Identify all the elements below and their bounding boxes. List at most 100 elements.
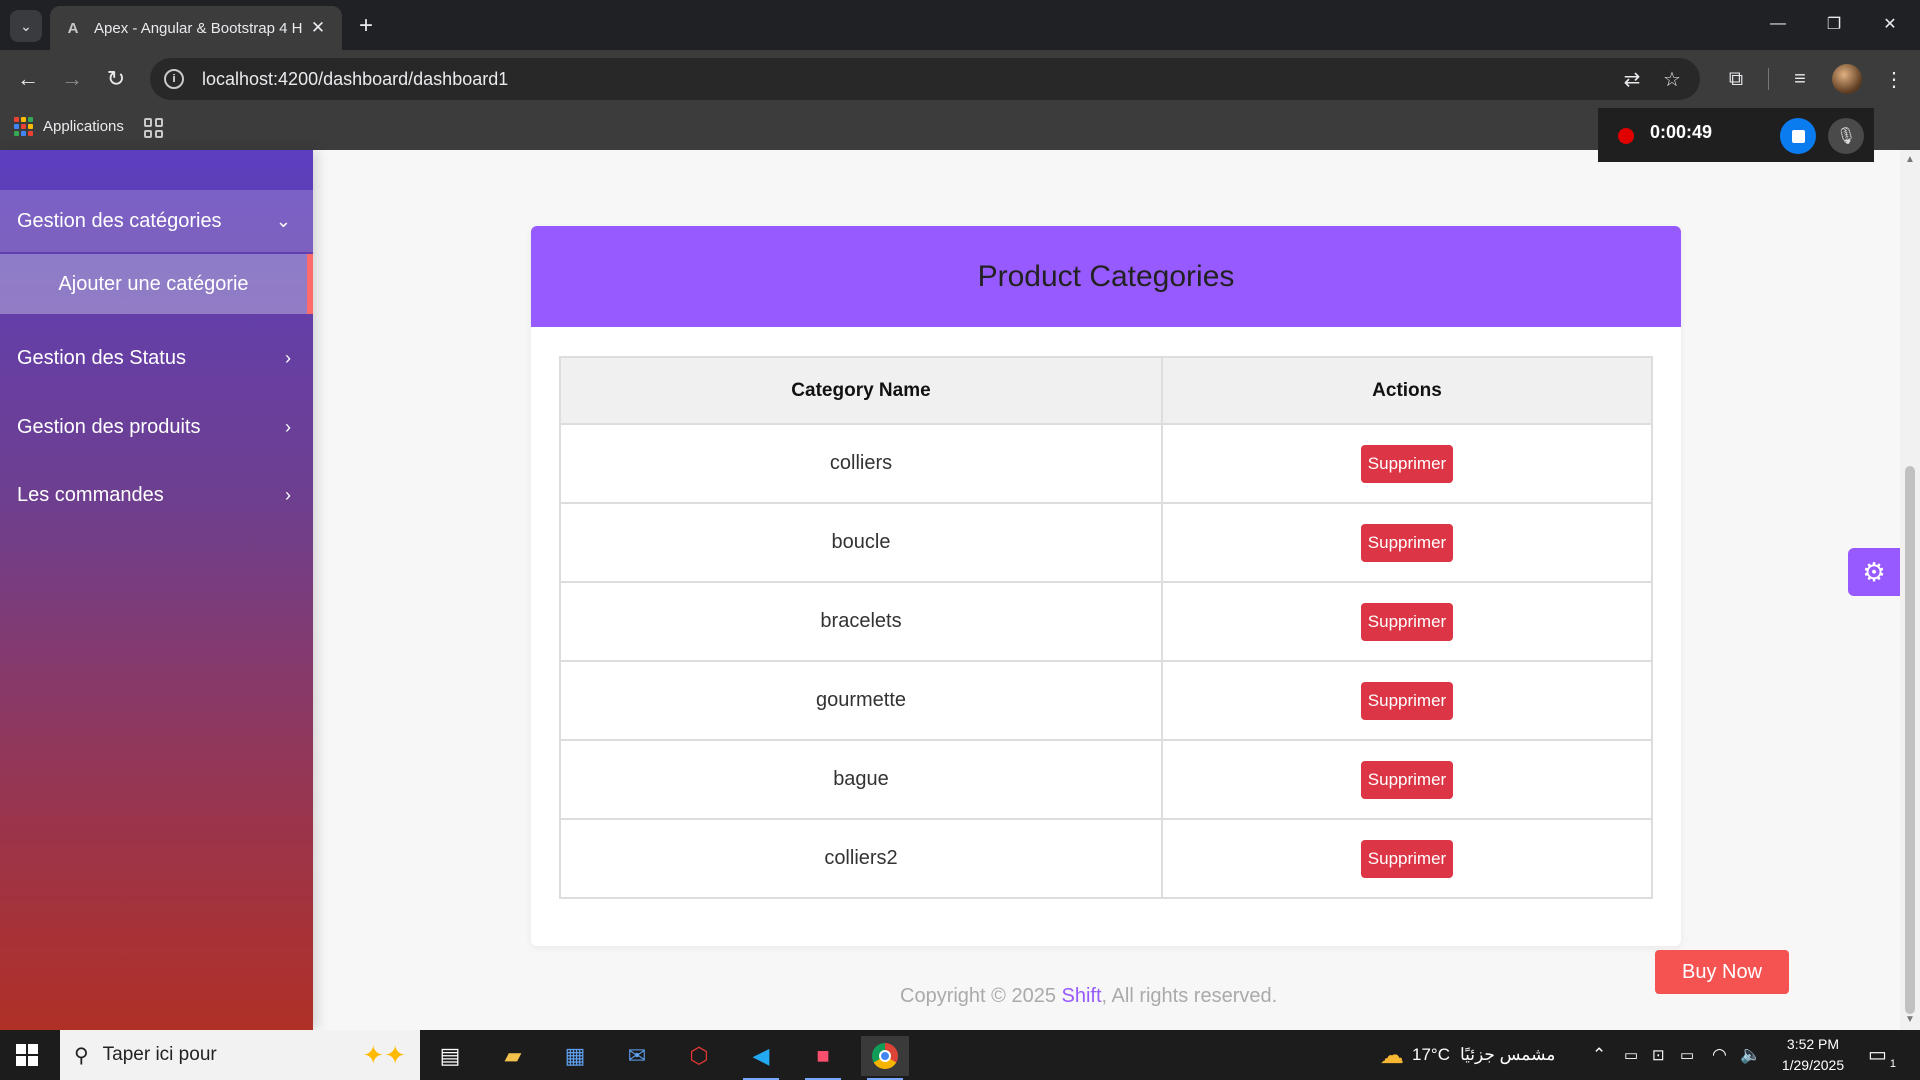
scroll-down-arrow-icon[interactable]: ▼ — [1904, 1014, 1916, 1025]
extensions-icon[interactable]: ⧉ — [1720, 63, 1752, 95]
chevron-right-icon: › — [285, 484, 291, 505]
wifi-icon[interactable]: ◠ — [1712, 1030, 1727, 1080]
file-explorer-icon[interactable]: ▰ — [489, 1036, 537, 1076]
battery-icon[interactable]: ▭ — [1680, 1030, 1694, 1080]
sidebar-item-status[interactable]: Gestion des Status › — [0, 327, 313, 389]
settings-gear-icon[interactable]: ⚙ — [1848, 548, 1900, 596]
mail-icon[interactable]: ✉ — [613, 1036, 661, 1076]
table-row: bracelets Supprimer — [559, 581, 1653, 662]
site-info-icon[interactable]: i — [164, 69, 184, 89]
actions-cell: Supprimer — [1161, 502, 1653, 583]
browser-toolbar: ← → ↻ i localhost:4200/dashboard/dashboa… — [0, 50, 1920, 108]
sidebar-subitem-label: Ajouter une catégorie — [58, 272, 249, 295]
weather-widget[interactable]: ☁ 17°C مشمس جزئيًا — [1380, 1030, 1555, 1080]
angular-app-icon[interactable]: ⬡ — [675, 1036, 723, 1076]
back-button[interactable]: ← — [12, 63, 44, 95]
mic-muted-button[interactable]: 🎙 — [1828, 118, 1864, 154]
microsoft-store-icon[interactable]: ▦ — [551, 1036, 599, 1076]
volume-icon[interactable]: 🔈 — [1740, 1030, 1761, 1080]
sidebar-item-label: Gestion des produits — [17, 415, 201, 438]
card-header: Product Categories — [531, 226, 1681, 327]
address-bar[interactable]: i localhost:4200/dashboard/dashboard1 — [150, 58, 1700, 100]
buy-now-button[interactable]: Buy Now — [1655, 950, 1789, 994]
intellij-icon[interactable]: ■ — [799, 1036, 847, 1080]
translate-icon[interactable]: ⇄ — [1616, 63, 1648, 95]
delete-button[interactable]: Supprimer — [1360, 681, 1454, 720]
actions-cell: Supprimer — [1161, 818, 1653, 899]
scroll-thumb[interactable] — [1905, 466, 1915, 1014]
apps-grid-icon — [14, 117, 33, 136]
sidebar-subitem-add-category[interactable]: Ajouter une catégorie — [0, 254, 313, 314]
delete-button[interactable]: Supprimer — [1360, 760, 1454, 799]
sidebar-item-products[interactable]: Gestion des produits › — [0, 396, 313, 458]
sidebar-item-label: Les commandes — [17, 483, 164, 506]
scroll-up-arrow-icon[interactable]: ▲ — [1904, 154, 1916, 165]
vscode-icon[interactable]: ◀ — [737, 1036, 785, 1080]
weather-sun-cloud-icon: ☁ — [1380, 1041, 1404, 1069]
notification-center-icon[interactable]: ▭ 1 — [1868, 1042, 1896, 1070]
meet-now-icon[interactable]: ▭ — [1624, 1030, 1638, 1080]
category-name-cell: colliers2 — [559, 818, 1163, 899]
actions-cell: Supprimer — [1161, 739, 1653, 820]
clock-date: 1/29/2025 — [1781, 1057, 1845, 1073]
chevron-down-icon: ⌄ — [275, 210, 291, 231]
screen-recorder-panel: 0:00:49 🎙 — [1598, 108, 1874, 162]
browser-tab[interactable]: A Apex - Angular & Bootstrap 4 H ✕ — [50, 6, 342, 50]
category-name-cell: bracelets — [559, 581, 1163, 662]
category-name-cell: boucle — [559, 502, 1163, 583]
clock-time: 3:52 PM — [1786, 1036, 1840, 1052]
recording-indicator-icon — [1618, 128, 1634, 144]
delete-button[interactable]: Supprimer — [1360, 839, 1454, 878]
bookmark-applications-label: Applications — [43, 118, 124, 135]
sidebar: Gestion des catégories ⌄ Ajouter une cat… — [0, 150, 313, 1030]
copyright-prefix: Copyright © 2025 — [900, 985, 1062, 1007]
chevron-right-icon: › — [285, 416, 291, 437]
tab-search-button[interactable]: ⌄ — [10, 10, 42, 42]
table-row: boucle Supprimer — [559, 502, 1653, 583]
restore-button[interactable]: ❐ — [1806, 6, 1862, 42]
categories-table: Category Name Actions colliers Supprimer… — [559, 356, 1653, 899]
taskbar-clock[interactable]: 3:52 PM 1/29/2025 — [1772, 1034, 1854, 1076]
copilot-sparkle-icon: ✦✦ — [362, 1039, 406, 1070]
new-tab-button[interactable]: + — [350, 10, 382, 42]
bookmark-applications[interactable]: Applications — [14, 117, 124, 136]
browser-titlebar: ⌄ A Apex - Angular & Bootstrap 4 H ✕ + —… — [0, 0, 1920, 50]
column-header-category-name: Category Name — [559, 356, 1163, 425]
footer-copyright: Copyright © 2025 Shift, All rights reser… — [900, 985, 1277, 1008]
page-scrollbar[interactable]: ▲ ▼ — [1900, 150, 1920, 1030]
sidebar-item-label: Gestion des catégories — [17, 209, 222, 232]
windows-start-icon[interactable] — [16, 1044, 38, 1066]
category-name-cell: colliers — [559, 423, 1163, 504]
taskbar-search-box[interactable]: ⚲ Taper ici pour ✦✦ — [60, 1030, 420, 1080]
bookmark-star-icon[interactable]: ☆ — [1656, 63, 1688, 95]
reload-button[interactable]: ↻ — [100, 63, 132, 95]
tab-close-icon[interactable]: ✕ — [308, 18, 328, 38]
sidebar-item-categories[interactable]: Gestion des catégories ⌄ — [0, 190, 313, 252]
toolbar-divider — [1768, 68, 1769, 90]
task-view-icon[interactable]: ▤ — [426, 1036, 474, 1076]
security-icon[interactable]: ⊡ — [1652, 1030, 1665, 1080]
delete-button[interactable]: Supprimer — [1360, 444, 1454, 483]
delete-button[interactable]: Supprimer — [1360, 602, 1454, 641]
delete-button[interactable]: Supprimer — [1360, 523, 1454, 562]
tab-groups-icon[interactable] — [144, 118, 164, 138]
notification-count: 1 — [1889, 1058, 1896, 1070]
media-control-icon[interactable]: ≡ — [1784, 63, 1816, 95]
actions-cell: Supprimer — [1161, 660, 1653, 741]
stop-recording-button[interactable] — [1780, 118, 1816, 154]
brand-link[interactable]: Shift — [1062, 985, 1102, 1007]
weather-temp: 17°C — [1412, 1045, 1450, 1064]
sidebar-item-orders[interactable]: Les commandes › — [0, 464, 313, 526]
profile-avatar[interactable] — [1832, 64, 1862, 94]
windows-taskbar: ⚲ Taper ici pour ✦✦ ▤ ▰ ▦ ✉ ⬡ ◀ ■ ☁ 17°C… — [0, 1030, 1920, 1080]
recording-timer: 0:00:49 — [1650, 122, 1713, 142]
close-window-button[interactable]: ✕ — [1862, 6, 1918, 42]
stop-icon — [1791, 129, 1805, 143]
browser-menu-icon[interactable]: ⋮ — [1878, 63, 1910, 95]
show-hidden-icons-button[interactable]: ⌃ — [1592, 1030, 1606, 1080]
minimize-button[interactable]: — — [1750, 6, 1806, 42]
chrome-icon[interactable] — [861, 1036, 909, 1080]
table-row: colliers2 Supprimer — [559, 818, 1653, 899]
forward-button[interactable]: → — [56, 63, 88, 95]
category-name-cell: bague — [559, 739, 1163, 820]
